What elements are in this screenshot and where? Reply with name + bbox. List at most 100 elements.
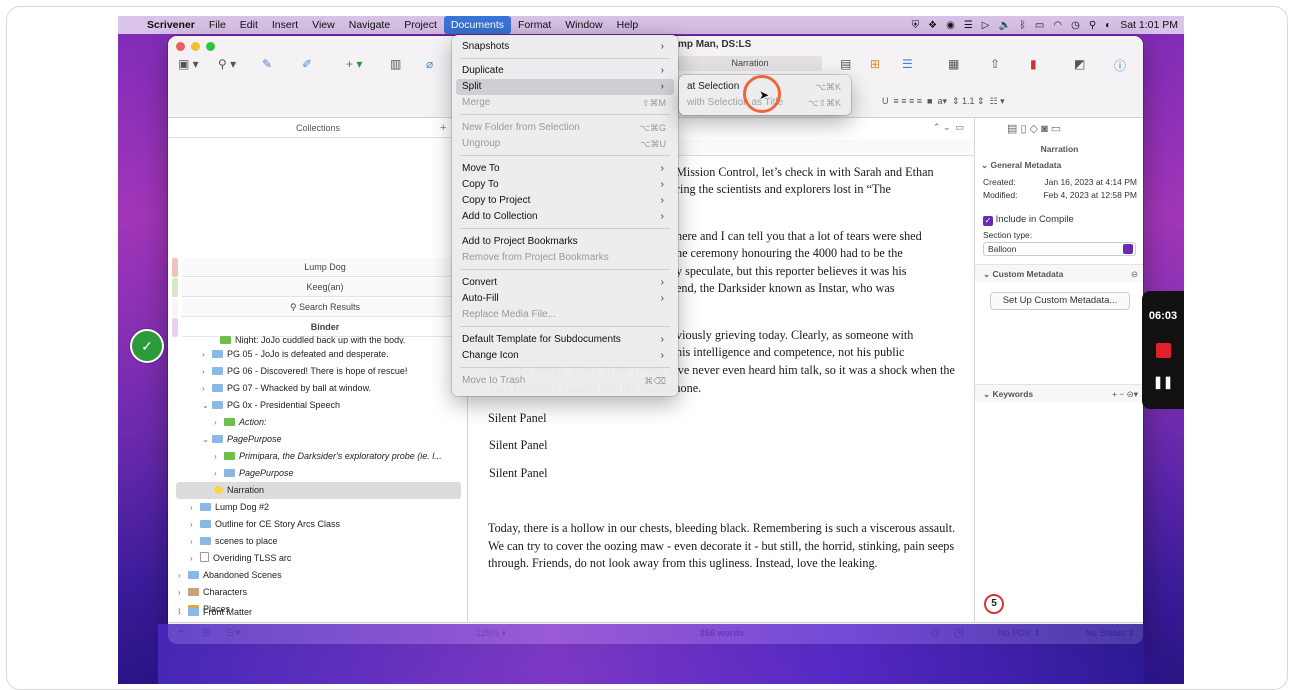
- corkboard-icon[interactable]: ⊞: [870, 57, 880, 71]
- pause-recording-icon[interactable]: ❚❚: [1142, 375, 1184, 389]
- menu-item-move-to[interactable]: Move To ›: [456, 161, 674, 177]
- menu-view[interactable]: View: [305, 16, 342, 34]
- settings-menu-icon[interactable]: ⊝▾: [226, 626, 241, 639]
- new-folder-icon[interactable]: ⊞: [202, 626, 211, 639]
- menu-item-add-to-project-bookmarks[interactable]: Add to Project Bookmarks: [456, 234, 674, 250]
- stop-recording-icon[interactable]: [1156, 343, 1171, 358]
- chevron-right-icon[interactable]: ›: [190, 550, 200, 567]
- binder-row[interactable]: Night: JoJo cuddled back up with the bod…: [176, 336, 461, 344]
- chevron-right-icon[interactable]: ›: [178, 604, 188, 621]
- custom-metadata-header[interactable]: ⌄ Custom Metadata ⊝: [975, 264, 1143, 282]
- binder-row[interactable]: › Primipara, the Darksider's exploratory …: [176, 448, 461, 465]
- chevron-right-icon[interactable]: ›: [190, 499, 200, 516]
- chevron-right-icon[interactable]: ›: [190, 533, 200, 550]
- menu-help[interactable]: Help: [610, 16, 646, 34]
- chevron-right-icon[interactable]: ›: [214, 414, 224, 431]
- format-bar-underline[interactable]: U ≡ ≡ ≡ ≡ ■ a▾ ⇕ 1.1 ⇕ ☷ ▾: [882, 96, 1005, 107]
- chevron-right-icon[interactable]: ›: [202, 346, 212, 363]
- bluetooth-icon[interactable]: ᛒ: [1020, 20, 1026, 31]
- chevron-right-icon[interactable]: ›: [178, 584, 188, 601]
- chrome-icon[interactable]: ◉: [946, 20, 955, 31]
- binder-row[interactable]: › Front Matter: [176, 604, 461, 621]
- add-icon[interactable]: +: [178, 626, 184, 638]
- section-type-select[interactable]: Balloon: [983, 242, 1136, 256]
- zoom-select[interactable]: 125% ▾: [476, 628, 506, 639]
- comments-icon[interactable]: ◩: [1074, 57, 1085, 71]
- battery-icon[interactable]: ▭: [1035, 20, 1044, 31]
- binder-row[interactable]: › Action:: [176, 414, 461, 431]
- chevron-right-icon[interactable]: ›: [202, 363, 212, 380]
- binder-row[interactable]: › PagePurpose: [176, 465, 461, 482]
- binder-row[interactable]: › Lump Dog #2: [176, 499, 461, 516]
- chevron-right-icon[interactable]: ›: [202, 380, 212, 397]
- menu-item-merge[interactable]: Merge ⇧⌘M: [456, 95, 674, 111]
- collection-tab-lump-dog[interactable]: Lump Dog: [172, 258, 468, 277]
- menu-format[interactable]: Format: [511, 16, 558, 34]
- menu-window[interactable]: Window: [558, 16, 609, 34]
- menu-app-name[interactable]: Scrivener: [140, 16, 202, 34]
- spotlight-icon[interactable]: ⚲: [1089, 20, 1096, 31]
- chevron-right-icon[interactable]: ›: [190, 516, 200, 533]
- binder-row[interactable]: › Overiding TLSS arc: [176, 550, 461, 567]
- menu-item-convert[interactable]: Convert ›: [456, 275, 674, 291]
- outliner-icon[interactable]: ☰: [902, 57, 913, 71]
- add-collection-icon[interactable]: +: [440, 122, 446, 134]
- menu-item-ungroup[interactable]: Ungroup ⌥⌘U: [456, 136, 674, 152]
- binder-row-selected[interactable]: Narration: [176, 482, 461, 499]
- scrivenings-icon[interactable]: ▤: [840, 57, 851, 71]
- binder-row[interactable]: ⌄ PG 0x - Presidential Speech: [176, 397, 461, 414]
- compile-icon[interactable]: ▦: [948, 57, 959, 71]
- menu-item-change-icon[interactable]: Change Icon ›: [456, 348, 674, 364]
- minimize-window-button[interactable]: [191, 42, 200, 51]
- menu-item-copy-to-project[interactable]: Copy to Project ›: [456, 193, 674, 209]
- binder-row[interactable]: › Outline for CE Story Arcs Class: [176, 516, 461, 533]
- editor-nav-arrows-icon[interactable]: ⌃ ⌄ ▭: [933, 122, 964, 133]
- collection-tab-keegan[interactable]: Keeg(an): [172, 278, 468, 297]
- add-icon[interactable]: + ▾: [346, 57, 362, 71]
- menu-item-remove-from-project-bookmarks[interactable]: Remove from Project Bookmarks: [456, 250, 674, 266]
- compose-icon[interactable]: ✐: [302, 57, 312, 71]
- menu-item-replace-media-file[interactable]: Replace Media File...: [456, 307, 674, 323]
- wifi-icon[interactable]: ◠: [1053, 20, 1062, 31]
- play-icon[interactable]: ▷: [982, 20, 990, 31]
- trash-icon[interactable]: ▥: [390, 57, 401, 71]
- menu-item-copy-to[interactable]: Copy To ›: [456, 177, 674, 193]
- chevron-right-icon[interactable]: ›: [214, 448, 224, 465]
- options-icon[interactable]: ⊝: [1131, 265, 1138, 283]
- zoom-window-button[interactable]: [206, 42, 215, 51]
- chevron-right-icon[interactable]: ›: [214, 465, 224, 482]
- include-compile-checkbox[interactable]: ✓ Include in Compile: [983, 214, 1074, 226]
- collection-tab-search-results[interactable]: ⚲ Search Results: [172, 298, 468, 317]
- clock-icon[interactable]: ◷: [1071, 20, 1080, 31]
- menu-insert[interactable]: Insert: [265, 16, 305, 34]
- menu-item-split[interactable]: Split ›: [456, 79, 674, 95]
- checkmark-icon[interactable]: ✓: [130, 329, 164, 363]
- control-center-icon[interactable]: ◐: [1105, 20, 1111, 31]
- menu-item-duplicate[interactable]: Duplicate ›: [456, 63, 674, 79]
- menu-item-snapshots[interactable]: Snapshots ›: [456, 39, 674, 55]
- close-window-button[interactable]: [176, 42, 185, 51]
- binder-row[interactable]: › Characters: [176, 584, 461, 601]
- general-metadata-header[interactable]: ⌄ General Metadata: [981, 160, 1061, 171]
- inspector-icon[interactable]: ⓘ: [1114, 57, 1126, 74]
- binder-row[interactable]: › PG 06 - Discovered! There is hope of re…: [176, 363, 461, 380]
- menu-navigate[interactable]: Navigate: [342, 16, 397, 34]
- menu-clock[interactable]: Sat 1:01 PM: [1120, 19, 1178, 31]
- menu-documents[interactable]: Documents: [443, 16, 511, 34]
- share-icon[interactable]: ⇧: [990, 57, 1000, 71]
- quick-reference-icon[interactable]: ✎: [262, 57, 272, 71]
- target-icon[interactable]: ◎: [930, 626, 940, 639]
- chevron-down-icon[interactable]: ⌄: [202, 431, 212, 448]
- collection-tab-binder[interactable]: Binder: [172, 318, 468, 337]
- menu-item-auto-fill[interactable]: Auto-Fill ›: [456, 291, 674, 307]
- volume-icon[interactable]: 🔈: [998, 20, 1010, 31]
- binder-row[interactable]: › PG 07 - Whacked by ball at window.: [176, 380, 461, 397]
- binder-row[interactable]: › Abandoned Scenes: [176, 567, 461, 584]
- menu-edit[interactable]: Edit: [233, 16, 265, 34]
- list-icon[interactable]: ☰: [964, 20, 973, 31]
- link-icon[interactable]: ⌀: [426, 57, 433, 71]
- menu-item-default-template[interactable]: Default Template for Subdocuments ›: [456, 332, 674, 348]
- dropbox-icon[interactable]: ❖: [928, 20, 937, 31]
- menu-item-move-to-trash[interactable]: Move to Trash ⌘⌫: [456, 373, 674, 389]
- menu-item-add-to-collection[interactable]: Add to Collection ›: [456, 209, 674, 225]
